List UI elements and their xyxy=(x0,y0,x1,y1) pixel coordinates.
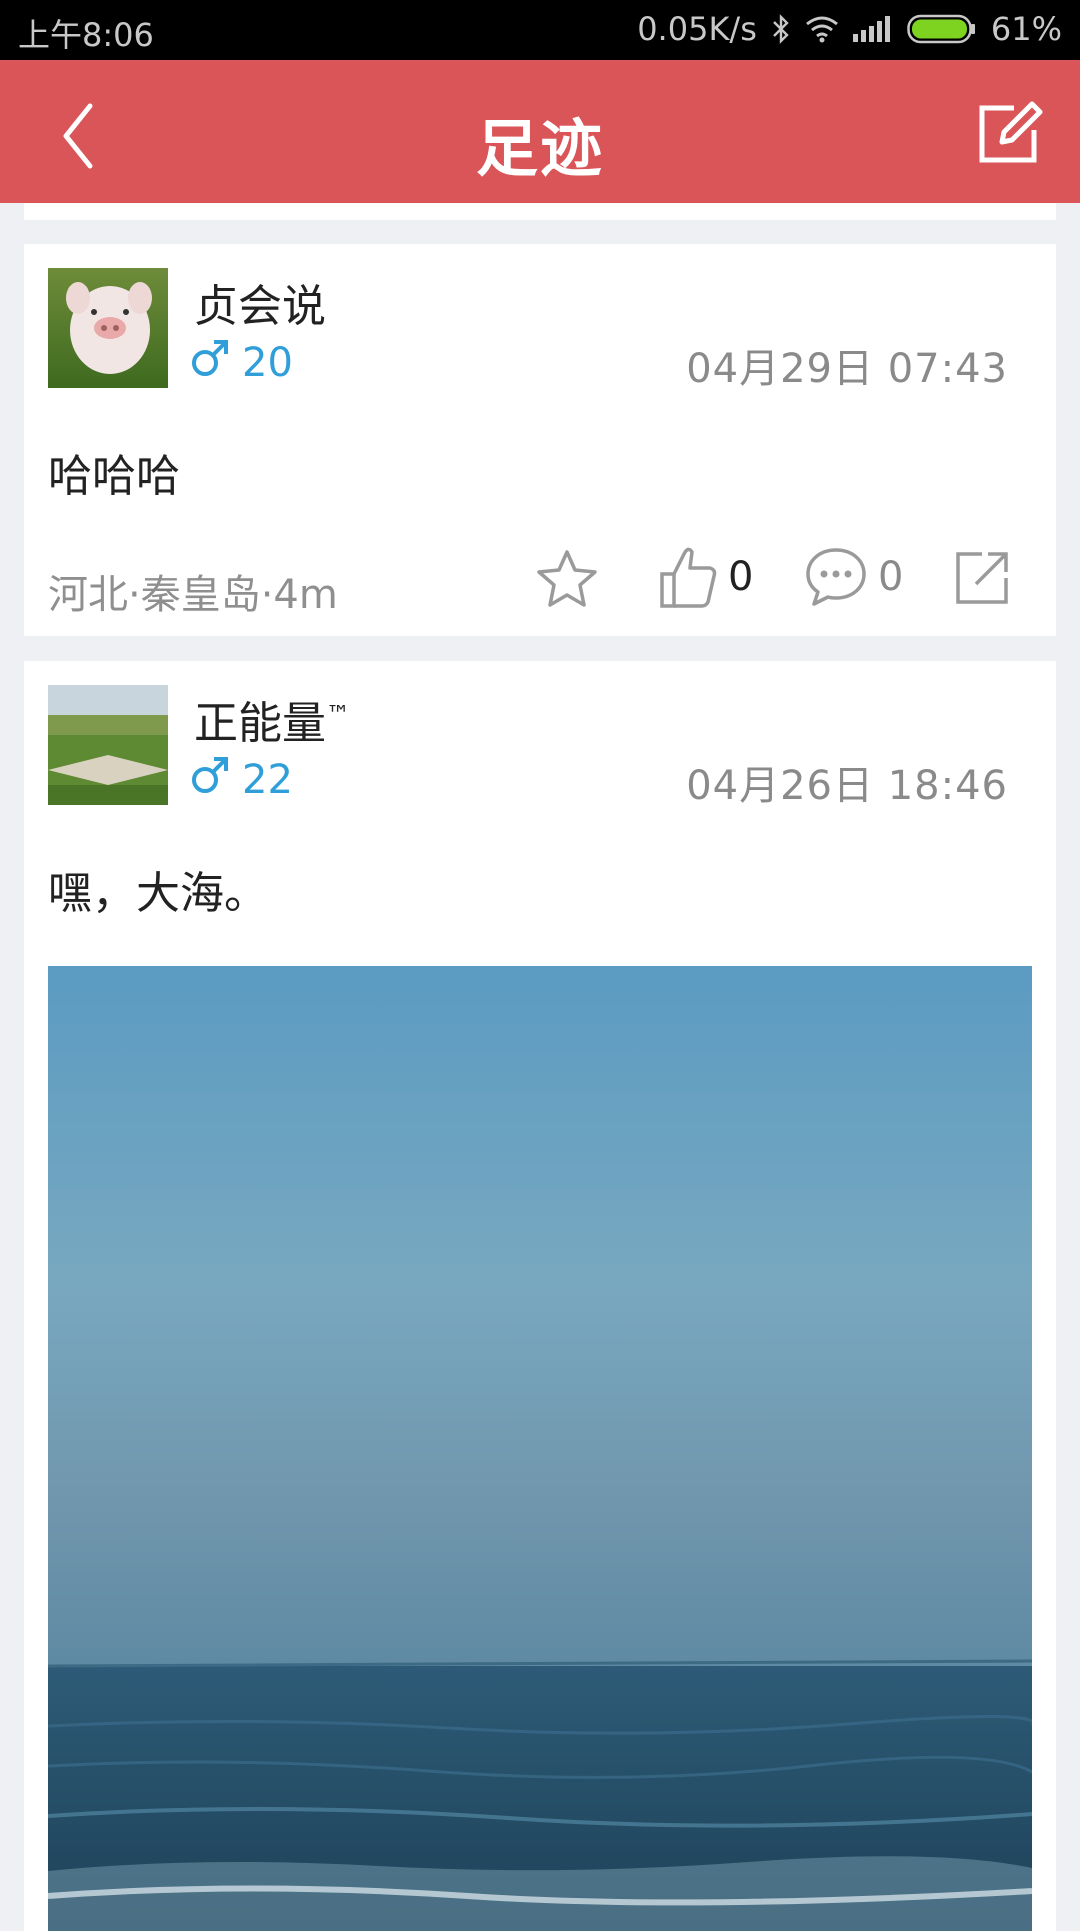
compose-icon xyxy=(979,101,1043,163)
post-image[interactable] xyxy=(48,966,1032,1931)
avatar[interactable] xyxy=(48,685,168,805)
avatar[interactable] xyxy=(48,268,168,388)
comment-button[interactable]: 0 xyxy=(804,546,903,608)
signal-icon xyxy=(852,16,893,42)
age: 22 xyxy=(242,757,293,803)
battery-icon xyxy=(907,14,977,44)
trademark-mark: ™ xyxy=(326,700,350,729)
status-time: 上午8:06 xyxy=(18,16,154,54)
battery-percent: 61% xyxy=(990,10,1062,48)
male-icon xyxy=(190,755,230,805)
post-card[interactable]: 正能量™ 22 04月26日 18:46 嘿，大海。 xyxy=(24,661,1056,1931)
comment-count: 0 xyxy=(878,554,904,600)
status-bar: 上午8:06 0.05K/s 61% xyxy=(0,0,1080,60)
post-text: 嘿，大海。 xyxy=(48,868,268,919)
like-count: 0 xyxy=(728,554,754,600)
top-app-bar: 足迹 xyxy=(0,60,1080,203)
post-text: 哈哈哈 xyxy=(48,451,180,502)
favorite-button[interactable] xyxy=(534,548,600,610)
wifi-icon xyxy=(805,15,839,43)
status-icons: 0.05K/s 61% xyxy=(637,10,1062,48)
star-icon xyxy=(537,550,597,607)
male-icon xyxy=(190,338,230,388)
compose-button[interactable] xyxy=(972,98,1044,170)
page-title: 足迹 xyxy=(475,112,604,185)
gender-age: 22 xyxy=(190,755,293,805)
gender-age: 20 xyxy=(190,338,293,388)
username[interactable]: 贞会说 xyxy=(194,270,326,334)
like-button[interactable]: 0 xyxy=(658,544,753,610)
username[interactable]: 正能量™ xyxy=(194,687,350,751)
post-card[interactable]: 贞会说 20 04月29日 07:43 哈哈哈 河北·秦皇岛·4m 0 0 xyxy=(24,244,1056,636)
share-button[interactable] xyxy=(952,548,1012,608)
timestamp: 04月29日 07:43 xyxy=(686,346,1008,392)
post-actions: 0 0 xyxy=(24,544,1056,614)
username-text: 正能量 xyxy=(194,698,326,749)
share-icon xyxy=(956,552,1008,604)
comment-icon xyxy=(806,548,866,606)
thumbs-up-icon xyxy=(660,547,717,608)
timestamp: 04月26日 18:46 xyxy=(686,763,1008,809)
age: 20 xyxy=(242,340,293,386)
network-speed: 0.05K/s xyxy=(637,10,757,48)
bluetooth-icon xyxy=(771,13,791,45)
previous-card-edge xyxy=(24,203,1056,220)
